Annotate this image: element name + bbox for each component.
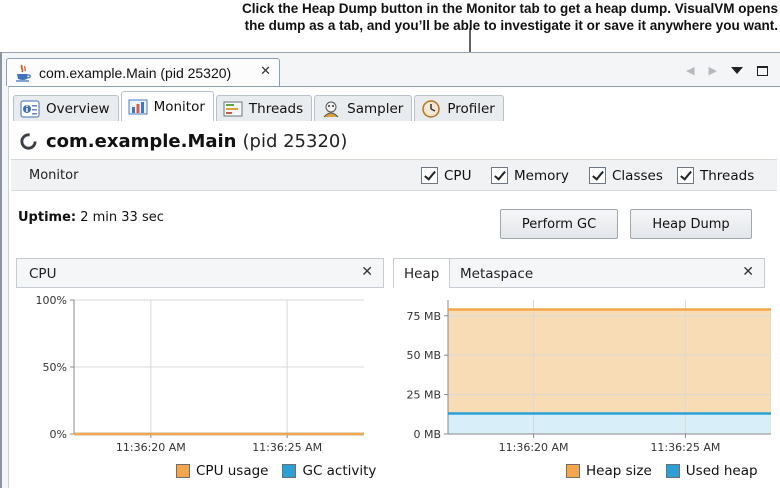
tab-metaspace[interactable]: Metaspace <box>450 259 543 288</box>
uptime-label: Uptime: <box>18 210 77 225</box>
used-heap-swatch <box>665 464 680 478</box>
cpu-legend: CPU usage GC activity <box>176 463 376 479</box>
y-tick-label: 25 MB <box>406 389 441 402</box>
legend-gc-activity: GC activity <box>302 463 377 479</box>
cpu-chart: 100% 50% 0% 11:36:20 AM 11:36:25 AM <box>36 294 364 454</box>
checkbox-classes-label: Classes <box>612 167 663 184</box>
overview-icon <box>20 100 40 117</box>
loading-spinner-icon <box>20 133 37 150</box>
app-pid: (pid 25320) <box>242 131 348 152</box>
monitor-chart-icon <box>128 99 148 114</box>
checkbox-checked-icon <box>491 167 508 184</box>
tab-sampler[interactable]: Sampler <box>314 95 413 121</box>
checkbox-checked-icon <box>589 167 606 184</box>
legend-used-heap: Used heap <box>685 463 758 479</box>
callout-line-2: the dump as a tab, and you’ll be able to… <box>244 18 778 33</box>
y-tick-label: 100% <box>36 294 67 307</box>
close-icon[interactable]: ✕ <box>742 264 754 280</box>
heap-dump-button[interactable]: Heap Dump <box>630 209 752 239</box>
profiler-icon <box>422 99 441 118</box>
document-tab[interactable]: com.example.Main (pid 25320) ✕ <box>6 58 280 86</box>
y-tick-label: 50% <box>43 361 67 374</box>
gc-activity-swatch <box>282 464 297 478</box>
subtab-bar: Overview Monitor Threads Sampler Profile… <box>13 91 506 121</box>
callout-annotation: Click the Heap Dump button in the Monito… <box>150 0 778 34</box>
tab-monitor[interactable]: Monitor <box>120 91 214 121</box>
checkbox-threads-label: Threads <box>700 167 755 184</box>
monitor-section-label: Monitor <box>29 168 79 183</box>
x-tick-label: 11:36:25 AM <box>650 441 720 454</box>
callout-line-1: Click the Heap Dump button in the Monito… <box>241 1 778 16</box>
x-tick-label: 11:36:20 AM <box>116 441 186 454</box>
window-controls: ◀ ▶ <box>686 64 768 77</box>
tab-sampler-label: Sampler <box>347 100 404 117</box>
tab-threads-label: Threads <box>248 100 304 117</box>
y-tick-label: 0% <box>50 428 67 441</box>
scroll-left-icon[interactable]: ◀ <box>686 64 694 77</box>
tab-heap[interactable]: Heap <box>394 259 451 288</box>
y-tick-label: 75 MB <box>406 310 441 323</box>
checkbox-classes[interactable]: Classes <box>589 167 663 184</box>
checkbox-cpu-label: CPU <box>444 167 472 184</box>
cpu-panel-title: CPU <box>29 266 57 282</box>
heap-size-swatch <box>566 464 580 478</box>
close-icon[interactable]: ✕ <box>361 264 373 280</box>
tab-profiler[interactable]: Profiler <box>414 95 504 121</box>
tab-list-dropdown-icon[interactable] <box>731 67 743 74</box>
checkbox-cpu[interactable]: CPU <box>421 167 471 184</box>
legend-cpu-usage: CPU usage <box>196 463 269 479</box>
legend-heap-size: Heap size <box>586 463 652 479</box>
area-fill-used-heap <box>448 413 771 434</box>
tab-overview-label: Overview <box>46 100 110 117</box>
monitor-options-bar: Monitor CPU Memory Classes Threads <box>11 159 777 191</box>
checkbox-checked-icon <box>421 167 438 184</box>
checkbox-checked-icon <box>677 167 694 184</box>
tab-profiler-label: Profiler <box>447 100 495 117</box>
heap-chart: 75 MB 50 MB 25 MB 0 MB 11:36:20 AM 11:36:25 A… <box>406 300 771 454</box>
checkbox-memory[interactable]: Memory <box>491 167 569 184</box>
java-cup-icon <box>16 64 31 82</box>
cpu-panel-header: CPU ✕ <box>16 258 384 288</box>
heap-panel-header: Heap Metaspace ✕ <box>393 258 765 288</box>
uptime-readout: Uptime: 2 min 33 sec <box>18 210 164 225</box>
tab-monitor-label: Monitor <box>153 98 205 115</box>
tab-threads[interactable]: Threads <box>215 95 313 121</box>
close-icon[interactable]: ✕ <box>260 64 271 79</box>
app-name: com.example.Main <box>46 131 237 152</box>
document-tab-label: com.example.Main (pid 25320) <box>39 64 232 81</box>
sampler-icon <box>323 101 339 117</box>
checkbox-threads[interactable]: Threads <box>677 167 754 184</box>
page-title: com.example.Main (pid 25320) <box>19 131 347 152</box>
x-tick-label: 11:36:20 AM <box>499 441 569 454</box>
tab-overview[interactable]: Overview <box>13 95 119 121</box>
y-tick-label: 50 MB <box>406 349 441 362</box>
perform-gc-button[interactable]: Perform GC <box>500 209 618 239</box>
uptime-value: 2 min 33 sec <box>76 210 164 225</box>
scroll-right-icon[interactable]: ▶ <box>709 64 717 77</box>
threads-icon <box>223 101 243 116</box>
checkbox-memory-label: Memory <box>514 167 569 184</box>
x-tick-label: 11:36:25 AM <box>252 441 322 454</box>
heap-legend: Heap size Used heap <box>566 463 758 479</box>
y-tick-label: 0 MB <box>413 428 441 441</box>
cpu-usage-swatch <box>176 464 190 478</box>
maximize-icon[interactable] <box>757 65 768 76</box>
